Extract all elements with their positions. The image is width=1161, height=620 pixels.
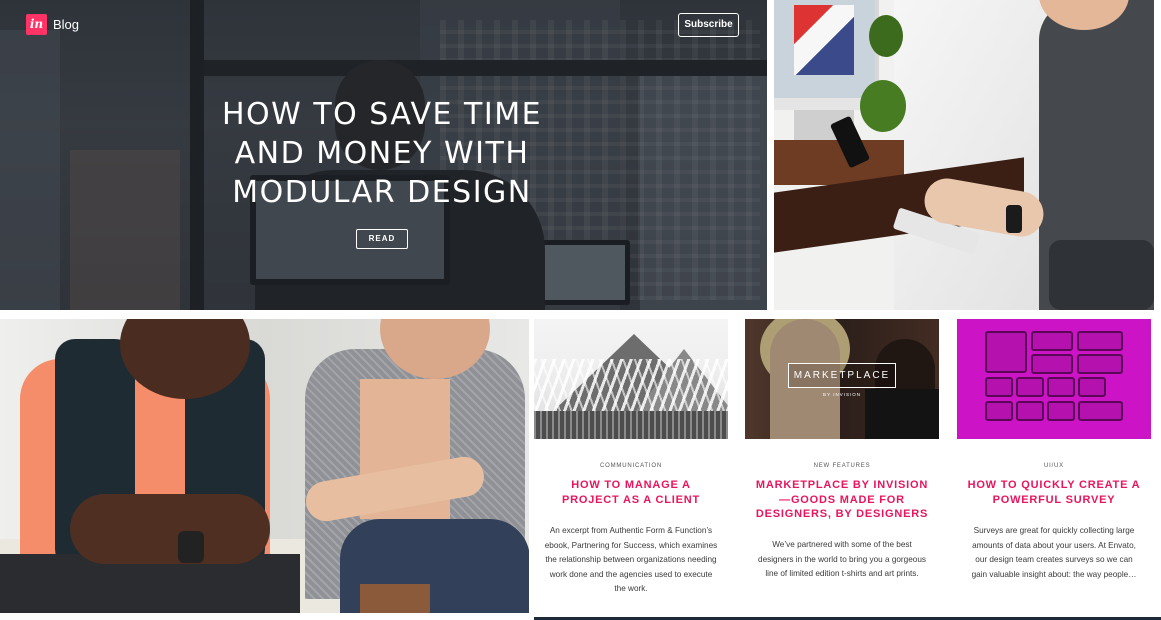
marketplace-thumbnail[interactable]: MARKETPLACE BY INVISION — [745, 319, 939, 439]
article-card[interactable]: MARKETPLACE BY INVISION NEW FEATURES Mar… — [745, 319, 939, 620]
card-title[interactable]: How to manage a project as a client — [544, 478, 718, 507]
card-category: UI/UX — [1043, 463, 1064, 469]
invision-logo[interactable]: in — [26, 14, 47, 35]
card-excerpt: We’ve partnered with some of the best de… — [758, 540, 926, 578]
card-title[interactable]: Marketplace by InVision —Goods made for … — [755, 478, 929, 522]
marketplace-subtitle: BY INVISION — [823, 392, 861, 397]
plant-image — [869, 15, 903, 57]
hero-title[interactable]: How to save time and money with modular … — [182, 95, 582, 212]
article-card[interactable]: COMMUNICATION How to manage a project as… — [534, 319, 728, 620]
mountain-thumbnail[interactable] — [534, 319, 728, 439]
read-button[interactable]: READ — [356, 229, 408, 249]
workspace-photo[interactable] — [774, 0, 1154, 310]
card-excerpt: Surveys are great for quickly collecting… — [971, 526, 1137, 579]
people-photo[interactable] — [0, 319, 529, 613]
survey-thumbnail[interactable] — [957, 319, 1151, 439]
subscribe-button[interactable]: Subscribe — [678, 13, 739, 37]
marketplace-logo: MARKETPLACE — [788, 363, 896, 388]
article-card[interactable]: UI/UX How to quickly create a powerful s… — [957, 319, 1151, 620]
blog-link[interactable]: Blog — [53, 17, 79, 32]
card-excerpt: An excerpt from Authentic Form & Functio… — [544, 526, 718, 593]
card-category: NEW FEATURES — [813, 463, 871, 469]
hero-article[interactable]: in Blog Subscribe How to save time and m… — [0, 0, 767, 310]
card-title[interactable]: How to quickly create a powerful survey — [967, 478, 1141, 507]
card-category: COMMUNICATION — [600, 463, 662, 469]
